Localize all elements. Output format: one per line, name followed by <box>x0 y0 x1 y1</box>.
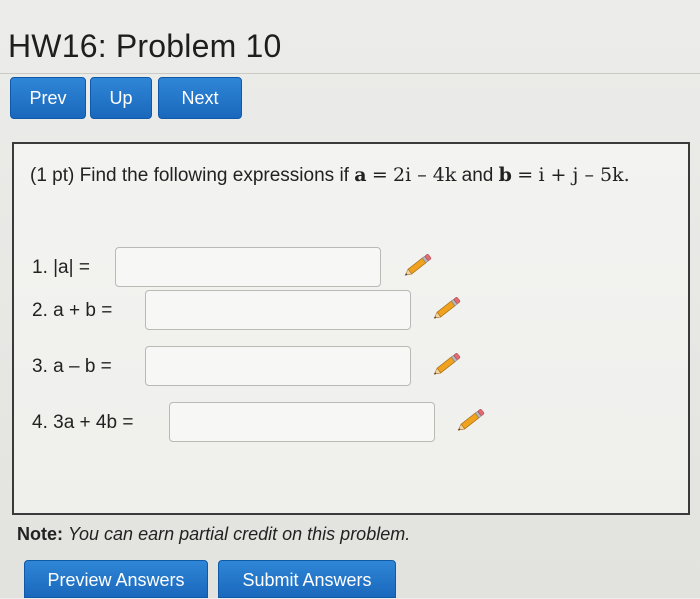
preview-answers-button[interactable]: Preview Answers <box>24 560 208 598</box>
up-button[interactable]: Up <box>90 77 152 119</box>
partial-credit-note: Note: You can earn partial credit on thi… <box>17 524 410 545</box>
equals-sign-a: = <box>371 164 388 186</box>
answer-input-4[interactable] <box>169 402 435 442</box>
note-text: You can earn partial credit on this prob… <box>68 524 411 544</box>
question-1-label: 1. |a| = <box>32 257 90 278</box>
vector-b-expression: i + j – 5k. <box>538 164 630 186</box>
question-3-label: 3. a – b = <box>32 356 112 377</box>
vector-b-name: b <box>498 164 512 186</box>
vector-a-expression: 2i – 4k <box>393 164 457 186</box>
next-button[interactable]: Next <box>158 77 242 119</box>
pencil-icon[interactable] <box>428 350 464 380</box>
pencil-icon[interactable] <box>399 251 435 281</box>
equals-sign-b: = <box>517 164 534 186</box>
problem-box: (1 pt) Find the following expressions if… <box>12 142 690 515</box>
prompt-text: Find the following expressions if <box>79 165 349 186</box>
question-2-label: 2. a + b = <box>32 300 113 321</box>
title-divider <box>0 73 700 74</box>
note-label: Note: <box>17 524 63 544</box>
vector-a-name: a <box>354 164 367 186</box>
pencil-icon[interactable] <box>428 294 464 324</box>
prev-button[interactable]: Prev <box>10 77 86 119</box>
pencil-icon[interactable] <box>452 406 488 436</box>
problem-statement: (1 pt) Find the following expressions if… <box>30 164 630 187</box>
and-text: and <box>461 165 494 186</box>
answer-input-3[interactable] <box>145 346 411 386</box>
points-label: (1 pt) <box>30 165 75 186</box>
answer-input-1[interactable] <box>115 247 381 287</box>
question-4-label: 4. 3a + 4b = <box>32 412 134 433</box>
answer-input-2[interactable] <box>145 290 411 330</box>
page-title: HW16: Problem 10 <box>8 28 282 64</box>
submit-answers-button[interactable]: Submit Answers <box>218 560 396 598</box>
